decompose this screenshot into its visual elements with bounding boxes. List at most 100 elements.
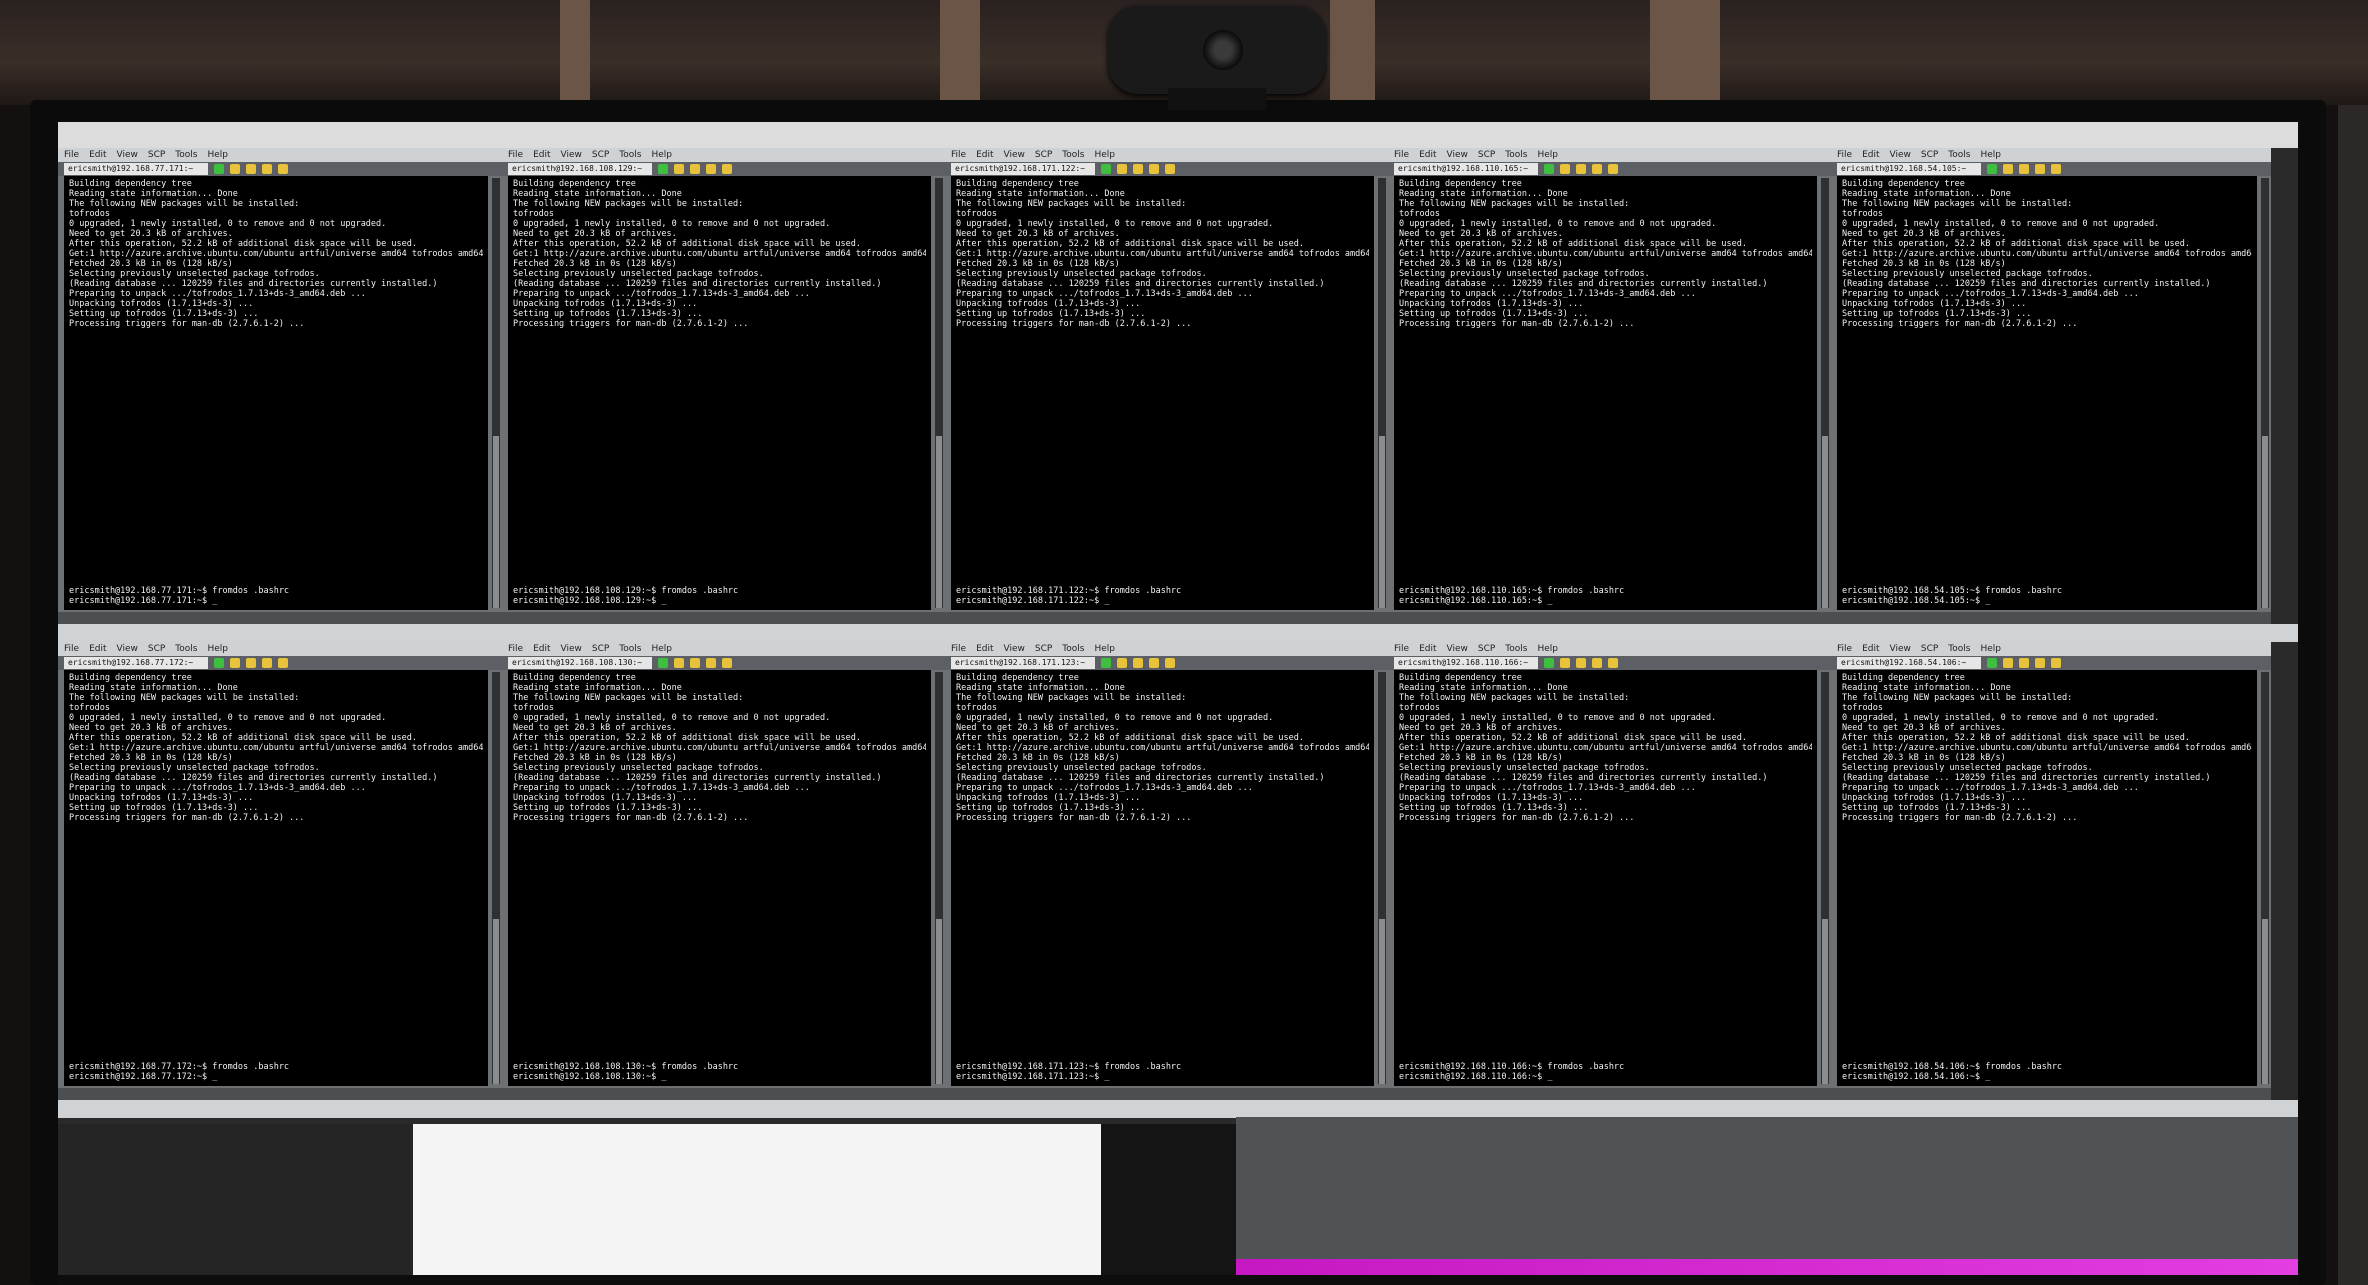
scrollbar-thumb[interactable] — [936, 436, 942, 608]
new-session-icon[interactable] — [1987, 658, 1997, 668]
copy-icon[interactable] — [2035, 658, 2045, 668]
edit-icon[interactable] — [2003, 658, 2013, 668]
scrollbar-thumb[interactable] — [936, 919, 942, 1084]
menu-item-scp[interactable]: SCP — [1478, 150, 1495, 160]
menu-item-file[interactable]: File — [951, 644, 966, 654]
terminal-window[interactable]: File Edit View SCP Tools Help ericsmith@192.16… — [502, 642, 945, 1100]
terminal-output[interactable]: Building dependency tree Reading state in… — [1837, 176, 2257, 610]
menu-item-file[interactable]: File — [1837, 644, 1852, 654]
menu-item-help[interactable]: Help — [1094, 150, 1115, 160]
scrollbar-thumb[interactable] — [1822, 919, 1828, 1084]
folder-icon[interactable] — [690, 658, 700, 668]
new-session-icon[interactable] — [214, 164, 224, 174]
terminal-output[interactable]: Building dependency tree Reading state in… — [508, 176, 931, 610]
menu-item-edit[interactable]: Edit — [976, 150, 993, 160]
settings-icon[interactable] — [722, 164, 732, 174]
scrollbar[interactable] — [1821, 672, 1829, 1084]
session-tab[interactable]: ericsmith@192.168.108.129:~ — [508, 163, 652, 175]
session-tab[interactable]: ericsmith@192.168.108.130:~ — [508, 657, 652, 669]
session-tab[interactable]: ericsmith@192.168.110.166:~ — [1394, 657, 1538, 669]
terminal-window[interactable]: File Edit View SCP Tools Help ericsmith@192.16… — [502, 148, 945, 624]
menu-item-tools[interactable]: Tools — [1505, 150, 1527, 160]
menu-item-help[interactable]: Help — [1980, 150, 2001, 160]
edit-icon[interactable] — [674, 658, 684, 668]
copy-icon[interactable] — [706, 164, 716, 174]
settings-icon[interactable] — [1608, 658, 1618, 668]
menu-item-file[interactable]: File — [508, 644, 523, 654]
terminal-window[interactable]: File Edit View SCP Tools Help ericsmith@192.16… — [945, 642, 1388, 1100]
menu-item-tools[interactable]: Tools — [619, 644, 641, 654]
settings-icon[interactable] — [1608, 164, 1618, 174]
settings-icon[interactable] — [2051, 164, 2061, 174]
menu-item-tools[interactable]: Tools — [175, 644, 197, 654]
copy-icon[interactable] — [2035, 164, 2045, 174]
scrollbar[interactable] — [935, 178, 943, 608]
new-session-icon[interactable] — [658, 658, 668, 668]
scrollbar-thumb[interactable] — [2262, 436, 2268, 608]
terminal-window[interactable]: File Edit View SCP Tools Help ericsmith@192.16… — [58, 148, 502, 624]
terminal-output[interactable]: Building dependency tree Reading state in… — [951, 176, 1374, 610]
scrollbar[interactable] — [2261, 672, 2269, 1084]
edit-icon[interactable] — [230, 164, 240, 174]
folder-icon[interactable] — [1576, 164, 1586, 174]
menu-item-file[interactable]: File — [1394, 150, 1409, 160]
menu-item-tools[interactable]: Tools — [175, 150, 197, 160]
document-window[interactable] — [413, 1124, 1101, 1285]
menu-item-tools[interactable]: Tools — [1948, 644, 1970, 654]
terminal-window[interactable]: File Edit View SCP Tools Help ericsmith@192.16… — [1831, 642, 2271, 1100]
copy-icon[interactable] — [262, 164, 272, 174]
menu-item-file[interactable]: File — [64, 644, 79, 654]
edit-icon[interactable] — [1117, 164, 1127, 174]
settings-icon[interactable] — [2051, 658, 2061, 668]
folder-icon[interactable] — [690, 164, 700, 174]
scrollbar-thumb[interactable] — [493, 919, 499, 1084]
menu-item-scp[interactable]: SCP — [1921, 644, 1938, 654]
copy-icon[interactable] — [1592, 658, 1602, 668]
menu-item-edit[interactable]: Edit — [533, 150, 550, 160]
folder-icon[interactable] — [246, 164, 256, 174]
menu-item-view[interactable]: View — [1890, 150, 1911, 160]
terminal-window[interactable]: File Edit View SCP Tools Help ericsmith@192.16… — [945, 148, 1388, 624]
terminal-window[interactable]: File Edit View SCP Tools Help ericsmith@192.16… — [1388, 148, 1831, 624]
menu-item-view[interactable]: View — [1447, 150, 1468, 160]
terminal-output[interactable]: Building dependency tree Reading state in… — [64, 176, 488, 610]
session-tab[interactable]: ericsmith@192.168.77.171:~ — [64, 163, 208, 175]
scrollbar-thumb[interactable] — [2262, 919, 2268, 1084]
edit-icon[interactable] — [1117, 658, 1127, 668]
terminal-output[interactable]: Building dependency tree Reading state in… — [64, 670, 488, 1086]
menu-item-edit[interactable]: Edit — [533, 644, 550, 654]
settings-icon[interactable] — [722, 658, 732, 668]
menu-item-edit[interactable]: Edit — [1419, 644, 1436, 654]
edit-icon[interactable] — [2003, 164, 2013, 174]
session-tab[interactable]: ericsmith@192.168.171.123:~ — [951, 657, 1095, 669]
menu-item-help[interactable]: Help — [1980, 644, 2001, 654]
settings-icon[interactable] — [278, 164, 288, 174]
menu-item-scp[interactable]: SCP — [148, 644, 165, 654]
menu-item-help[interactable]: Help — [1537, 644, 1558, 654]
menu-item-help[interactable]: Help — [207, 644, 228, 654]
menu-item-scp[interactable]: SCP — [1035, 644, 1052, 654]
terminal-output[interactable]: Building dependency tree Reading state in… — [508, 670, 931, 1086]
menu-item-help[interactable]: Help — [651, 644, 672, 654]
folder-icon[interactable] — [2019, 164, 2029, 174]
menu-item-view[interactable]: View — [1447, 644, 1468, 654]
new-session-icon[interactable] — [1101, 658, 1111, 668]
menu-item-tools[interactable]: Tools — [1505, 644, 1527, 654]
menu-item-tools[interactable]: Tools — [1062, 150, 1084, 160]
menu-item-view[interactable]: View — [561, 644, 582, 654]
session-tab[interactable]: ericsmith@192.168.110.165:~ — [1394, 163, 1538, 175]
scrollbar-thumb[interactable] — [1379, 919, 1385, 1084]
copy-icon[interactable] — [1149, 658, 1159, 668]
scrollbar[interactable] — [492, 178, 500, 608]
copy-icon[interactable] — [1149, 164, 1159, 174]
new-session-icon[interactable] — [1544, 164, 1554, 174]
menu-item-view[interactable]: View — [1004, 150, 1025, 160]
terminal-window[interactable]: File Edit View SCP Tools Help ericsmith@192.16… — [1388, 642, 1831, 1100]
terminal-output[interactable]: Building dependency tree Reading state in… — [1394, 670, 1817, 1086]
menu-item-file[interactable]: File — [1837, 150, 1852, 160]
folder-icon[interactable] — [1576, 658, 1586, 668]
menu-item-file[interactable]: File — [64, 150, 79, 160]
menu-item-edit[interactable]: Edit — [1862, 150, 1879, 160]
session-tab[interactable]: ericsmith@192.168.54.105:~ — [1837, 163, 1981, 175]
menu-item-view[interactable]: View — [1004, 644, 1025, 654]
